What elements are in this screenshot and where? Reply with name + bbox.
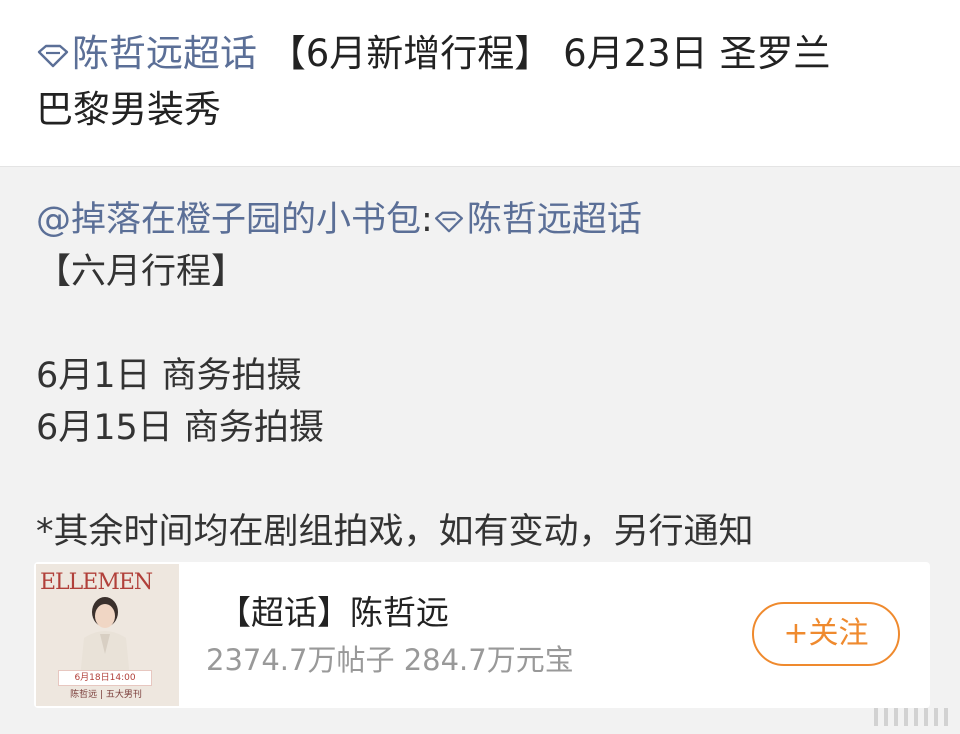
repost-line: 6月1日 商务拍摄 [36,356,302,396]
topic-link[interactable]: 陈哲远超话 [36,32,257,75]
supertopic-card[interactable]: ELLEMEN 6月18日14:00 陈哲远 | 五大男刊 【超话】陈哲远 23… [34,562,930,708]
thumbnail-caption: 陈哲远 | 五大男刊 [70,690,142,700]
repost-line: 【六月行程】 [36,252,247,292]
card-title[interactable]: 【超话】陈哲远 [218,592,449,634]
post-text-line1: 【6月新增行程】 6月23日 圣罗兰 [257,32,831,75]
post-body: 陈哲远超话 【6月新增行程】 6月23日 圣罗兰 巴黎男装秀 [0,0,960,167]
supertopic-diamond-icon [434,211,463,233]
repost-topic-link[interactable]: 陈哲远超话 [433,200,642,240]
repost-line: *其余时间均在剧组拍戏，如有变动，另行通知 [36,512,754,552]
topic-label: 陈哲远超话 [72,32,257,75]
person-photo [80,597,130,678]
supertopic-diamond-icon [37,44,69,68]
repost-line [36,454,936,506]
post-text: 陈哲远超话 【6月新增行程】 6月23日 圣罗兰 巴黎男装秀 [36,26,916,138]
repost-content: @掉落在橙子园的小书包: 陈哲远超话 【六月行程】 6月1日 商务拍摄 6月15日… [36,194,936,558]
supertopic-thumbnail[interactable]: ELLEMEN 6月18日14:00 陈哲远 | 五大男刊 [36,564,179,706]
repost-author-link[interactable]: @掉落在橙子园的小书包 [36,200,421,240]
repost-line: 6月15日 商务拍摄 [36,408,324,448]
post-text-line2: 巴黎男装秀 [36,88,221,131]
thumbnail-masthead: ELLEMEN [40,570,153,595]
repost-separator: : [421,200,433,240]
card-stats: 2374.7万帖子 284.7万元宝 [206,643,574,677]
repost-topic-label: 陈哲远超话 [466,200,642,240]
repost-line [36,298,936,350]
follow-button[interactable]: +关注 [752,602,900,666]
watermark-dots [874,708,948,726]
thumbnail-date: 6月18日14:00 [58,670,152,686]
